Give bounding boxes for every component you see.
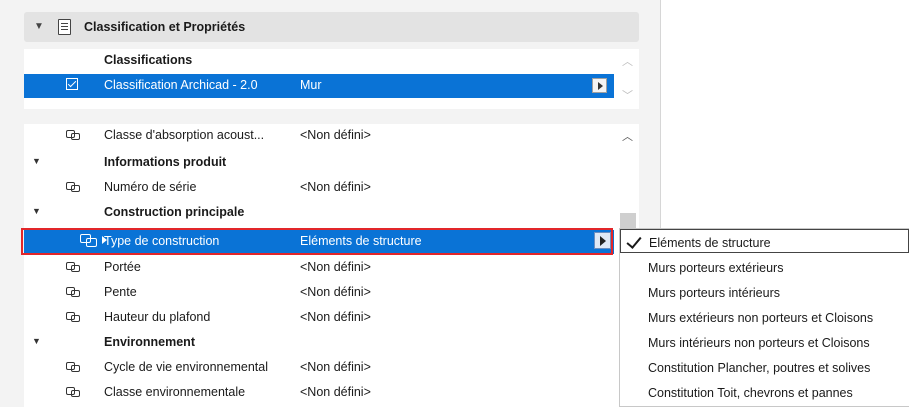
- group-title: Informations produit: [104, 155, 227, 169]
- classifications-table: Classifications Classification Archicad …: [24, 49, 639, 109]
- property-row[interactable]: Classe d'absorption acoust... <Non défin…: [24, 124, 639, 147]
- dropdown-option-label: Eléments de structure: [649, 236, 771, 250]
- dropdown-option-label: Constitution Plancher, poutres et solive…: [648, 361, 871, 375]
- dropdown-option-label: Constitution Toit, chevrons et pannes: [648, 386, 853, 400]
- property-row[interactable]: Pente <Non défini>: [24, 281, 639, 304]
- properties-panel: ▼ Classification et Propriétés Classific…: [0, 0, 660, 407]
- triangle-down-icon[interactable]: ▼: [34, 21, 44, 32]
- dropdown-option[interactable]: Murs extérieurs non porteurs et Cloisons: [620, 305, 909, 330]
- dropdown-option[interactable]: Constitution Toit, chevrons et pannes: [620, 380, 909, 405]
- group-title: Construction principale: [104, 205, 245, 219]
- property-value: <Non défini>: [300, 285, 371, 299]
- construction-type-dropdown[interactable]: Eléments de structure Murs porteurs exté…: [619, 228, 909, 407]
- property-name: Pente: [104, 285, 137, 299]
- group-row-construction-principale[interactable]: ▼ Construction principale: [24, 201, 639, 224]
- property-name: Classe environnementale: [104, 385, 246, 399]
- checkmark-icon: [626, 233, 642, 249]
- property-row[interactable]: Classe environnementale <Non défini>: [24, 381, 639, 404]
- scrollbar-thumb[interactable]: [620, 213, 636, 229]
- property-name: Cycle de vie environnemental: [104, 360, 268, 374]
- linked-property-icon: [66, 130, 80, 140]
- dropdown-option[interactable]: Eléments de structure: [620, 229, 909, 253]
- property-name: Numéro de série: [104, 180, 197, 194]
- linked-property-icon: [66, 182, 80, 192]
- highlight-outline: [21, 228, 613, 255]
- classification-row[interactable]: Classification Archicad - 2.0 Mur: [24, 74, 614, 98]
- dropdown-option-label: Murs extérieurs non porteurs et Cloisons: [648, 311, 874, 325]
- property-value: <Non défini>: [300, 385, 371, 399]
- dropdown-option-label: Murs porteurs intérieurs: [648, 286, 780, 300]
- dropdown-option-label: Murs porteurs extérieurs: [648, 261, 784, 275]
- triangle-down-icon[interactable]: ▼: [32, 206, 41, 216]
- dropdown-option[interactable]: Constitution Plancher, poutres et solive…: [620, 355, 909, 380]
- dropdown-option[interactable]: Murs porteurs extérieurs: [620, 255, 909, 280]
- property-row[interactable]: Hauteur du plafond <Non défini>: [24, 306, 639, 329]
- classification-value: Mur: [300, 78, 322, 92]
- section-header-classification[interactable]: ▼ Classification et Propriétés: [24, 12, 639, 42]
- checkbox-checked-icon[interactable]: [66, 78, 78, 90]
- scroll-up-icon[interactable]: ︿: [622, 53, 633, 69]
- group-title: Environnement: [104, 335, 195, 349]
- classifications-header-row: Classifications: [24, 49, 639, 72]
- triangle-down-icon[interactable]: ▼: [32, 156, 41, 166]
- property-row[interactable]: Cycle de vie environnemental <Non défini…: [24, 356, 639, 379]
- property-value: <Non défini>: [300, 128, 371, 142]
- group-row-informations-produit[interactable]: ▼ Informations produit: [24, 151, 639, 174]
- linked-property-icon: [66, 387, 80, 397]
- property-name: Hauteur du plafond: [104, 310, 211, 324]
- property-value: <Non défini>: [300, 360, 371, 374]
- scroll-down-icon[interactable]: ﹀: [622, 87, 633, 103]
- group-row-environnement[interactable]: ▼ Environnement: [24, 331, 639, 354]
- linked-property-icon: [66, 312, 80, 322]
- dropdown-option[interactable]: Murs intérieurs non porteurs et Cloisons: [620, 330, 909, 355]
- property-name: Portée: [104, 260, 141, 274]
- property-row[interactable]: Portée <Non défini>: [24, 256, 639, 279]
- linked-property-icon: [66, 362, 80, 372]
- linked-property-icon: [66, 262, 80, 272]
- property-value: <Non défini>: [300, 180, 371, 194]
- property-value: <Non défini>: [300, 260, 371, 274]
- property-name: Classe d'absorption acoust...: [104, 128, 265, 142]
- scroll-up-icon[interactable]: ︿: [622, 128, 633, 144]
- triangle-down-icon[interactable]: ▼: [32, 336, 41, 346]
- section-title: Classification et Propriétés: [84, 20, 246, 34]
- classification-select-button[interactable]: [592, 78, 607, 93]
- document-icon: [58, 19, 71, 35]
- property-value: <Non défini>: [300, 310, 371, 324]
- classification-system: Classification Archicad - 2.0: [104, 78, 258, 92]
- dropdown-option-label: Murs intérieurs non porteurs et Cloisons: [648, 336, 870, 350]
- property-row[interactable]: Numéro de série <Non défini>: [24, 176, 639, 199]
- linked-property-icon: [66, 287, 80, 297]
- properties-table: Classe d'absorption acoust... <Non défin…: [24, 124, 639, 407]
- dropdown-option[interactable]: Murs porteurs intérieurs: [620, 280, 909, 305]
- classifications-header: Classifications: [104, 53, 193, 67]
